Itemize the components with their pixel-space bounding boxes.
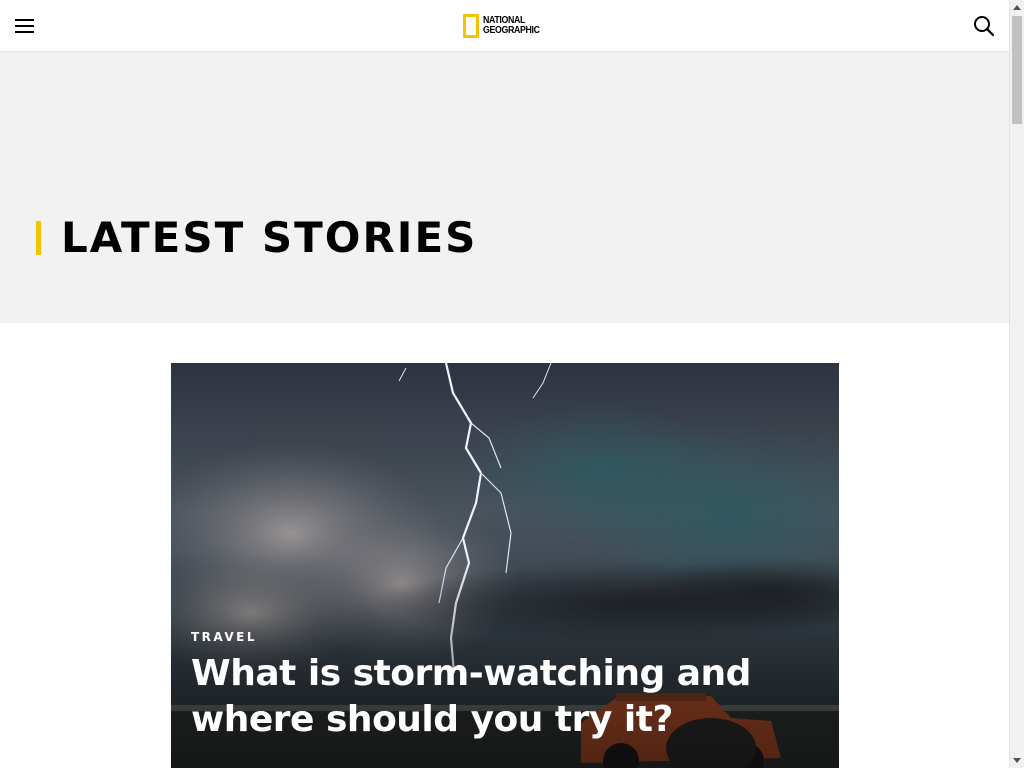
search-button[interactable]	[972, 14, 996, 38]
story-card[interactable]: TRAVEL What is storm-watching and where …	[171, 363, 839, 768]
latest-stories-hero: LATEST STORIES	[0, 52, 1009, 323]
national-geographic-logo[interactable]: NATIONAL GEOGRAPHIC	[463, 14, 547, 38]
site-header: NATIONAL GEOGRAPHIC	[0, 0, 1009, 52]
arrow-up-icon	[1013, 5, 1021, 10]
menu-button[interactable]	[12, 13, 38, 39]
accent-bar	[36, 221, 41, 255]
logo-wordmark: NATIONAL GEOGRAPHIC	[483, 16, 540, 36]
scroll-up-button[interactable]	[1010, 0, 1024, 15]
page-viewport: NATIONAL GEOGRAPHIC LATEST STORIES TRAVE…	[0, 0, 1009, 768]
hamburger-menu-icon	[15, 19, 34, 21]
scroll-down-button[interactable]	[1010, 753, 1024, 768]
vertical-scrollbar[interactable]	[1009, 0, 1024, 768]
story-category[interactable]: TRAVEL	[191, 630, 257, 644]
arrow-down-icon	[1013, 758, 1021, 763]
story-title[interactable]: What is storm-watching and where should …	[191, 651, 831, 743]
scroll-thumb[interactable]	[1012, 16, 1022, 124]
yellow-border-icon	[463, 14, 479, 38]
page-title: LATEST STORIES	[61, 213, 478, 262]
search-icon	[974, 16, 995, 37]
logo-line-2: GEOGRAPHIC	[483, 25, 540, 36]
